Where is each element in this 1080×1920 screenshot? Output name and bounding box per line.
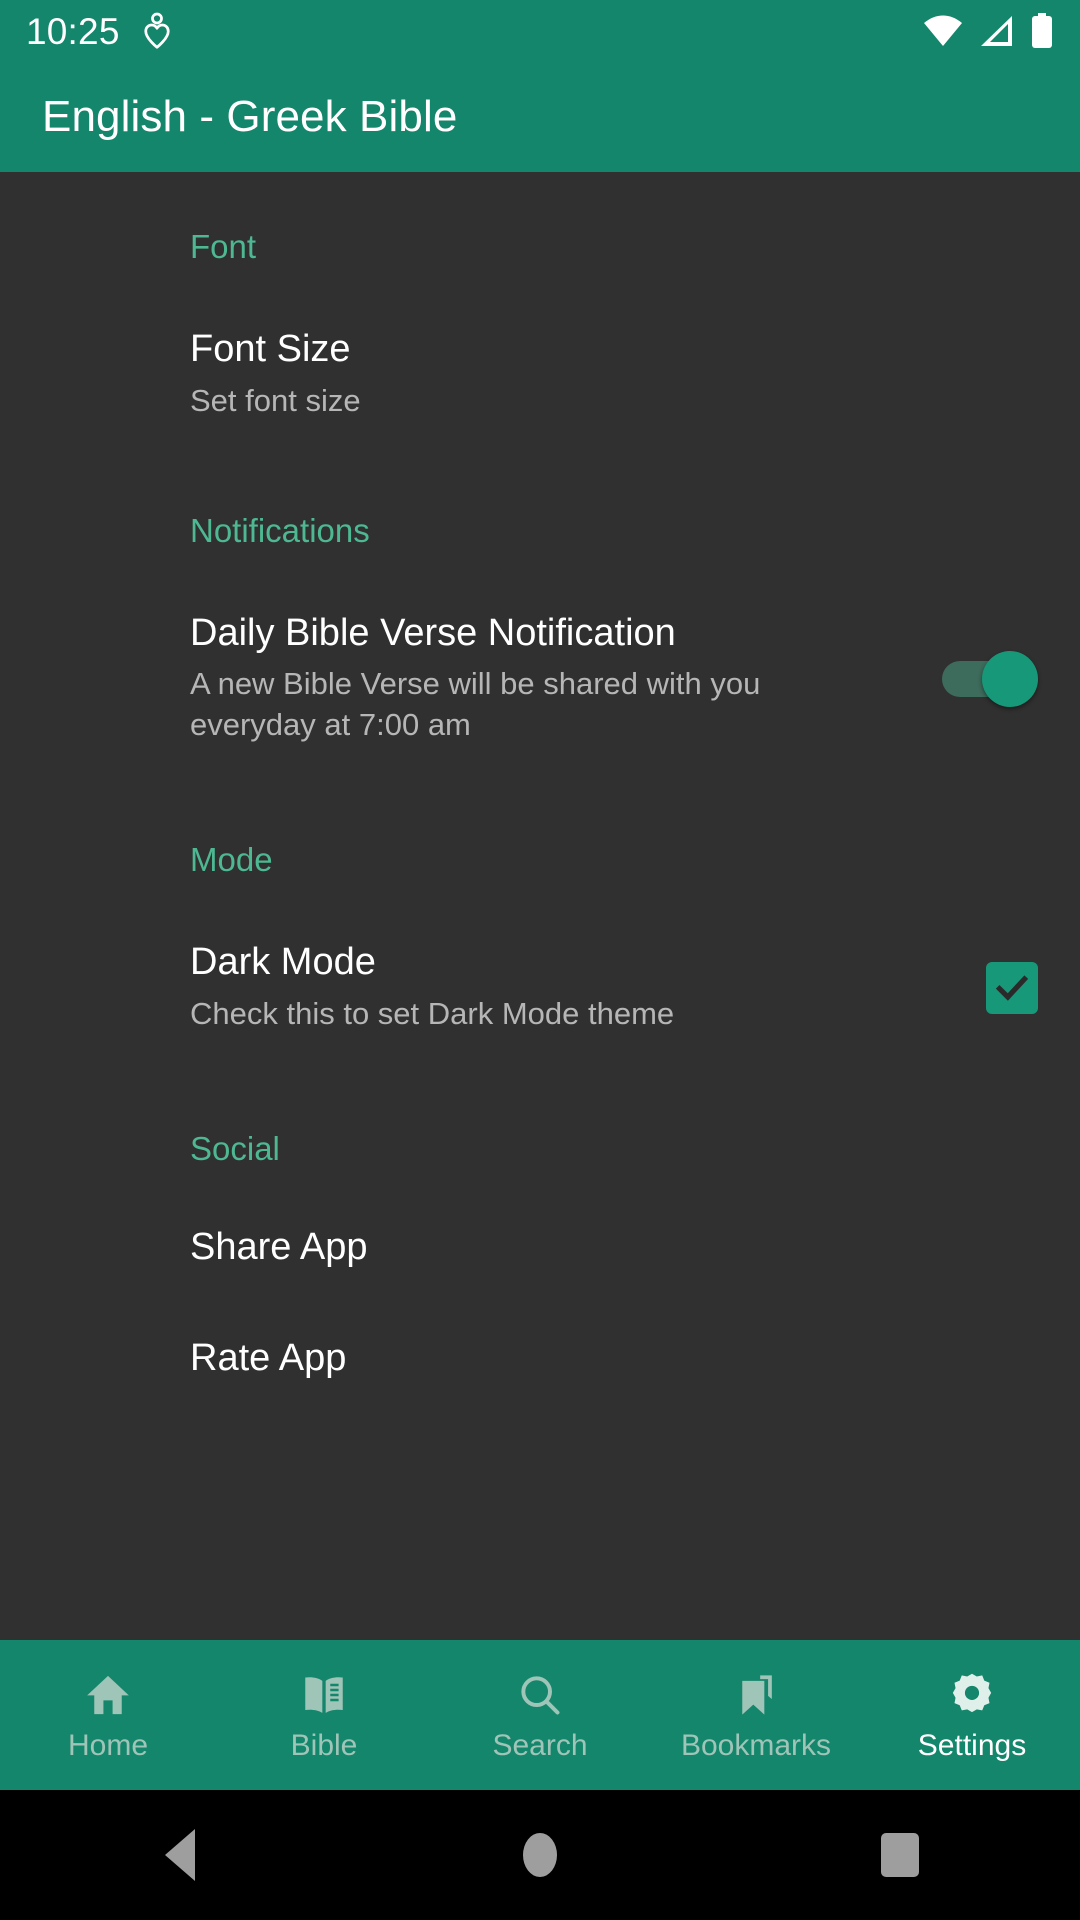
home-button[interactable] (360, 1833, 720, 1877)
preference-daily-verse-notification[interactable]: Daily Bible Verse Notification A new Bib… (0, 550, 1080, 747)
nav-item-label: Home (67, 1729, 149, 1762)
nav-item-search[interactable]: Search (432, 1640, 648, 1790)
home-circle-icon (523, 1833, 557, 1877)
gear-icon (947, 1669, 997, 1721)
back-triangle-icon (165, 1829, 195, 1881)
page-title: English - Greek Bible (42, 92, 458, 141)
section-header-font: Font (190, 228, 257, 265)
heart-health-icon (142, 12, 172, 50)
preference-widget (986, 961, 1038, 1014)
preference-text: Dark Mode Check this to set Dark Mode th… (190, 941, 890, 1035)
section-header-mode: Mode (190, 841, 273, 879)
checkmark-icon (995, 975, 1029, 1001)
preference-share-app[interactable]: Share App (0, 1168, 1080, 1270)
nav-item-settings[interactable]: Settings (864, 1640, 1080, 1790)
preference-font-size[interactable]: Font Size Set font size (0, 266, 1080, 422)
nav-item-bible[interactable]: Bible (216, 1640, 432, 1790)
section-header-notifications: Notifications (190, 511, 370, 549)
preference-dark-mode[interactable]: Dark Mode Check this to set Dark Mode th… (0, 879, 1080, 1035)
preference-title: Share App (190, 1225, 368, 1268)
recents-button[interactable] (720, 1833, 1080, 1877)
nav-item-label: Bookmarks (680, 1729, 832, 1762)
preference-text: Font Size Set font size (190, 328, 890, 422)
dark-mode-checkbox[interactable] (986, 961, 1038, 1014)
preference-title: Dark Mode (190, 941, 376, 984)
book-icon (299, 1669, 349, 1721)
settings-list[interactable]: Font Font Size Set font size Notificatio… (0, 172, 1080, 1640)
status-bar: 10:25 (0, 0, 1080, 62)
section-header-social: Social (190, 1129, 280, 1167)
preference-summary: A new Bible Verse will be shared with yo… (190, 666, 761, 743)
nav-item-home[interactable]: Home (0, 1640, 216, 1790)
search-icon (515, 1669, 565, 1721)
bookmark-icon (731, 1669, 781, 1721)
status-bar-right (922, 13, 1054, 49)
nav-item-bookmarks[interactable]: Bookmarks (648, 1640, 864, 1790)
back-button[interactable] (0, 1829, 360, 1881)
nav-item-label: Search (492, 1729, 588, 1762)
nav-item-label: Bible (290, 1729, 358, 1762)
system-navigation-bar (0, 1790, 1080, 1920)
notification-toggle-switch[interactable] (942, 650, 1038, 707)
preference-text: Rate App (190, 1337, 890, 1381)
preference-title: Daily Bible Verse Notification (190, 611, 676, 654)
wifi-icon (922, 14, 964, 48)
status-bar-left: 10:25 (26, 12, 172, 50)
nav-item-label: Settings (917, 1729, 1027, 1762)
switch-thumb (982, 650, 1038, 707)
preference-text: Daily Bible Verse Notification A new Bib… (190, 612, 890, 747)
battery-icon (1030, 13, 1054, 49)
preference-title: Rate App (190, 1337, 347, 1380)
preference-summary: Set font size (190, 382, 361, 418)
signal-icon (978, 14, 1016, 48)
app-bar: English - Greek Bible (0, 62, 1080, 172)
preference-title: Font Size (190, 328, 351, 370)
status-bar-clock: 10:25 (26, 10, 120, 52)
phone-screen: 10:25 English - Greek Bible Font Font Si… (0, 0, 1080, 1920)
home-icon (83, 1669, 133, 1721)
preference-widget (942, 650, 1038, 707)
preference-summary: Check this to set Dark Mode theme (190, 995, 675, 1031)
recents-square-icon (881, 1833, 919, 1877)
bottom-navigation: Home Bible Search Bookmarks Settings (0, 1640, 1080, 1790)
preference-rate-app[interactable]: Rate App (0, 1269, 1080, 1381)
preference-text: Share App (190, 1226, 890, 1270)
